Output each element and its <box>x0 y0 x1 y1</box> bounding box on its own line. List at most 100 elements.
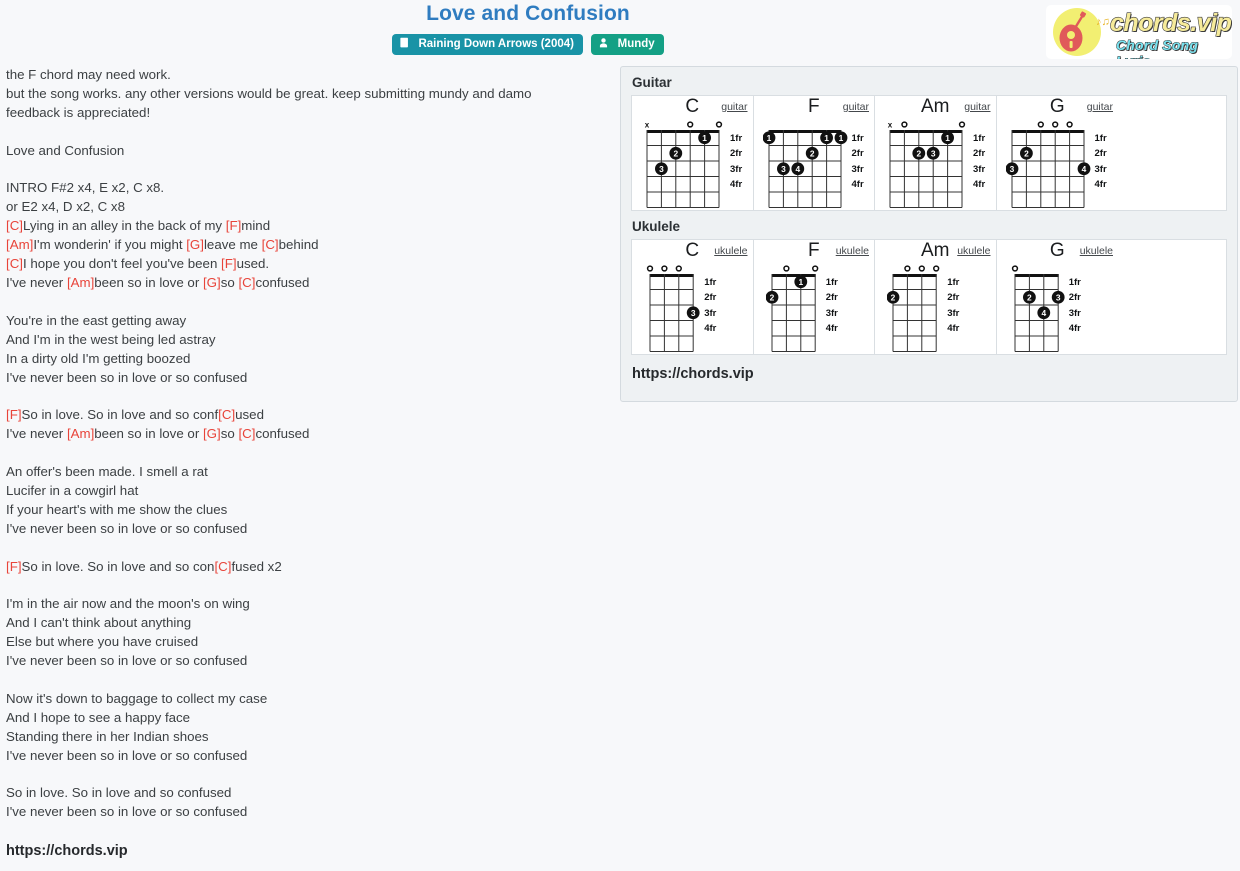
fret-label: 1fr <box>704 276 717 288</box>
fret-label: 4fr <box>947 323 960 335</box>
lyric-text: I've never been so in love or so confuse… <box>6 653 248 669</box>
lyric-line: You're in the east getting away <box>6 312 616 331</box>
fret-labels: 1fr 2fr 3fr 4fr <box>947 278 959 340</box>
lyric-text: So in love. So in love and so conf <box>21 407 219 423</box>
svg-text:3: 3 <box>691 308 696 318</box>
lyric-text: An offer's been made. I smell a rat <box>6 464 208 480</box>
chord-diagram-guitar-f[interactable]: Fguitar 1 1 1 2 3 4 1fr 2fr 3fr 4fr <box>754 96 875 210</box>
chord-panel: Guitar Cguitar x 1 2 3 1fr 2fr 3fr 4fr Fguitar 1 1 1… <box>620 66 1238 402</box>
instrument-link[interactable]: ukulele <box>1080 245 1113 257</box>
chord-tag: [C] <box>218 407 236 423</box>
lyric-text: Standing there in her Indian shoes <box>6 728 209 744</box>
instrument-link[interactable]: ukulele <box>714 245 747 257</box>
panel-url[interactable]: https://chords.vip <box>621 355 1237 382</box>
lyric-line: And I'm in the west being led astray <box>6 331 616 350</box>
lyrics-body: the F chord may need work. but the song w… <box>6 66 616 822</box>
lyrics-footer-url[interactable]: https://chords.vip <box>6 843 128 859</box>
guitar-icon <box>1053 8 1101 56</box>
chord-diagram-guitar-g[interactable]: Gguitar 2 3 4 1fr 2fr 3fr 4fr <box>997 96 1119 210</box>
lyric-line: If your heart's with me show the clues <box>6 501 616 520</box>
user-icon <box>598 37 609 48</box>
fret-label: 3fr <box>851 163 864 175</box>
chord-diagram-ukulele-f[interactable]: Fukulele 1 2 1fr 2fr 3fr 4fr <box>754 240 875 354</box>
lyric-text: feedback is appreciated! <box>6 104 151 120</box>
chord-tag: [C] <box>238 274 256 290</box>
lyric-text: leave me <box>203 237 262 253</box>
lyric-text: Lying in an alley in the back of my <box>23 218 226 234</box>
artist-badge[interactable]: Mundy <box>591 34 664 55</box>
svg-text:2: 2 <box>769 292 774 302</box>
lyric-text: I'm wonderin' if you might <box>33 237 187 253</box>
site-logo[interactable]: ♪♫ chords.vip Chord Song Lyric <box>1046 5 1232 59</box>
fret-label: 4fr <box>1094 179 1107 191</box>
fret-labels: 1fr 2fr 3fr 4fr <box>730 134 742 196</box>
lyric-text: so <box>220 426 239 442</box>
lyric-line <box>6 123 616 142</box>
fretboard-icon: 3 <box>644 258 703 358</box>
album-badge[interactable]: Raining Down Arrows (2004) <box>392 34 583 55</box>
lyric-line: I've never been so in love or so confuse… <box>6 520 616 539</box>
fret-label: 2fr <box>851 148 864 160</box>
fretboard-icon: 111234 <box>762 114 851 214</box>
lyric-text: used <box>235 407 264 423</box>
instrument-link[interactable]: guitar <box>964 101 990 113</box>
lyric-text: In a dirty old I'm getting boozed <box>6 350 191 366</box>
lyric-text: I've never been so in love or so confuse… <box>6 520 248 536</box>
lyric-line <box>6 293 616 312</box>
chord-diagram-ukulele-am[interactable]: Am ukulele 2 1fr 2fr 3fr 4fr <box>875 240 997 354</box>
fret-labels: 1fr 2fr 3fr 4fr <box>973 134 985 196</box>
chord-diagram-ukulele-c[interactable]: Cukulele 3 1fr 2fr 3fr 4fr <box>632 240 754 354</box>
fret-label: 1fr <box>1094 132 1107 144</box>
lyric-text: And I can't think about anything <box>6 615 192 631</box>
instrument-link[interactable]: guitar <box>843 101 869 113</box>
lyric-line: INTRO F#2 x4, E x2, C x8. <box>6 179 616 198</box>
lyric-text: confused <box>255 274 310 290</box>
fretboard-icon: x 1 23 <box>641 114 729 214</box>
svg-text:1: 1 <box>702 133 707 143</box>
chord-tag: [Am] <box>66 426 95 442</box>
svg-text:3: 3 <box>781 164 786 174</box>
lyric-line <box>6 576 616 595</box>
lyric-line: but the song works. any other versions w… <box>6 85 616 104</box>
lyric-text: I'm in the air now and the moon's on win… <box>6 596 250 612</box>
chord-diagram-guitar-am[interactable]: Am guitar x 1 2 3 1fr 2fr 3fr 4fr <box>875 96 997 210</box>
chord-tag: [G] <box>202 274 221 290</box>
svg-text:1: 1 <box>945 133 950 143</box>
guitar-section-title: Guitar <box>632 75 672 90</box>
lyric-line: [F]So in love. So in love and so con[C]f… <box>6 558 616 577</box>
ukulele-chord-row: Cukulele 3 1fr 2fr 3fr 4fr Fukulele 1 2 1fr 2fr 3fr… <box>631 239 1227 355</box>
lyric-text: behind <box>278 237 319 253</box>
lyric-line: I've never been so in love or so confuse… <box>6 652 616 671</box>
chord-tag: [C] <box>214 558 232 574</box>
svg-text:4: 4 <box>795 164 800 174</box>
lyric-line: [C]I hope you don't feel you've been [F]… <box>6 255 616 274</box>
svg-text:2: 2 <box>673 148 678 158</box>
fret-label: 3fr <box>1094 163 1107 175</box>
lyric-text: or E2 x4, D x2, C x8 <box>6 199 125 215</box>
instrument-link[interactable]: guitar <box>721 101 747 113</box>
svg-text:3: 3 <box>931 148 936 158</box>
lyric-line: I've never been so in love or so confuse… <box>6 803 616 822</box>
lyric-line: So in love. So in love and so confused <box>6 784 616 803</box>
album-badge-label: Raining Down Arrows (2004) <box>418 38 574 50</box>
instrument-link[interactable]: guitar <box>1087 101 1113 113</box>
fret-labels: 1fr 2fr 3fr 4fr <box>1095 134 1107 196</box>
svg-text:2: 2 <box>891 292 896 302</box>
instrument-link[interactable]: ukulele <box>836 245 869 257</box>
guitar-chord-row: Cguitar x 1 2 3 1fr 2fr 3fr 4fr Fguitar 1 1 1 2 3 4 1fr 2… <box>631 95 1227 211</box>
instrument-link[interactable]: ukulele <box>957 245 990 257</box>
svg-text:2: 2 <box>916 148 921 158</box>
chord-diagram-ukulele-g[interactable]: Gukulele 2 3 4 1fr 2fr 3fr 4fr <box>997 240 1119 354</box>
lyric-line: Now it's down to baggage to collect my c… <box>6 690 616 709</box>
chord-tag: [Am] <box>66 274 95 290</box>
lyric-line <box>6 766 616 785</box>
lyric-text: And I'm in the west being led astray <box>6 331 216 347</box>
chord-diagram-guitar-c[interactable]: Cguitar x 1 2 3 1fr 2fr 3fr 4fr <box>632 96 754 210</box>
lyric-line <box>6 539 616 558</box>
fret-label: 3fr <box>825 307 838 319</box>
lyric-line <box>6 161 616 180</box>
lyric-line <box>6 444 616 463</box>
music-note-icon: ♪♫ <box>1096 16 1110 28</box>
svg-text:3: 3 <box>1055 292 1060 302</box>
lyric-line <box>6 671 616 690</box>
